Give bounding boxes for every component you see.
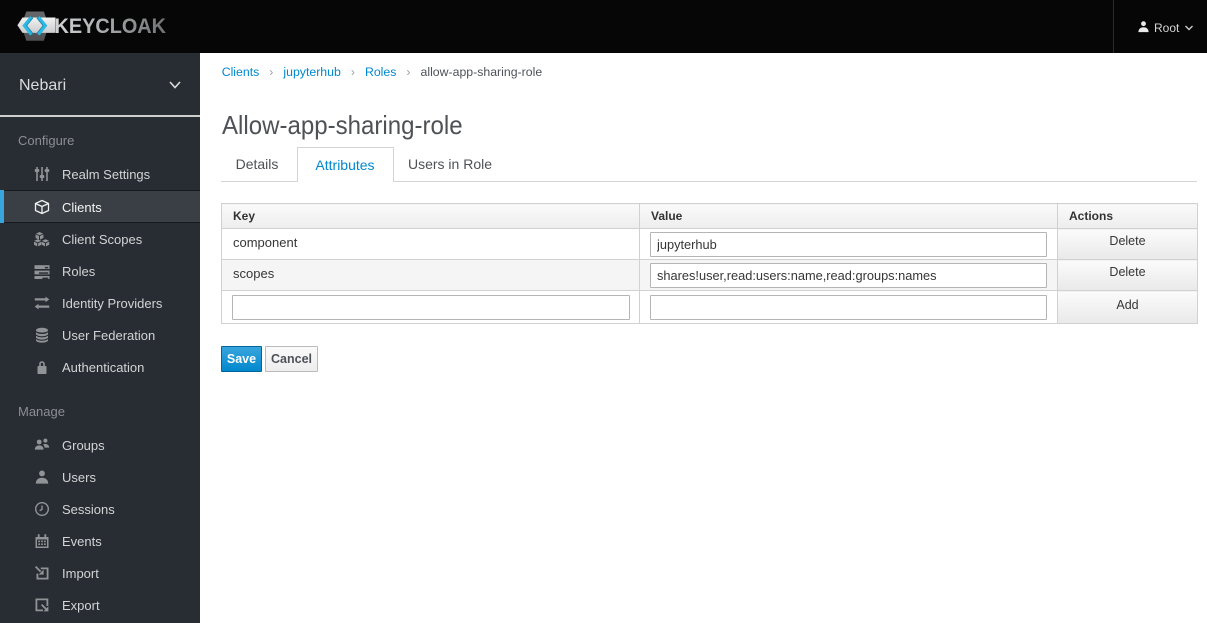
svg-text:KEYCLOAK: KEYCLOAK <box>55 15 167 38</box>
